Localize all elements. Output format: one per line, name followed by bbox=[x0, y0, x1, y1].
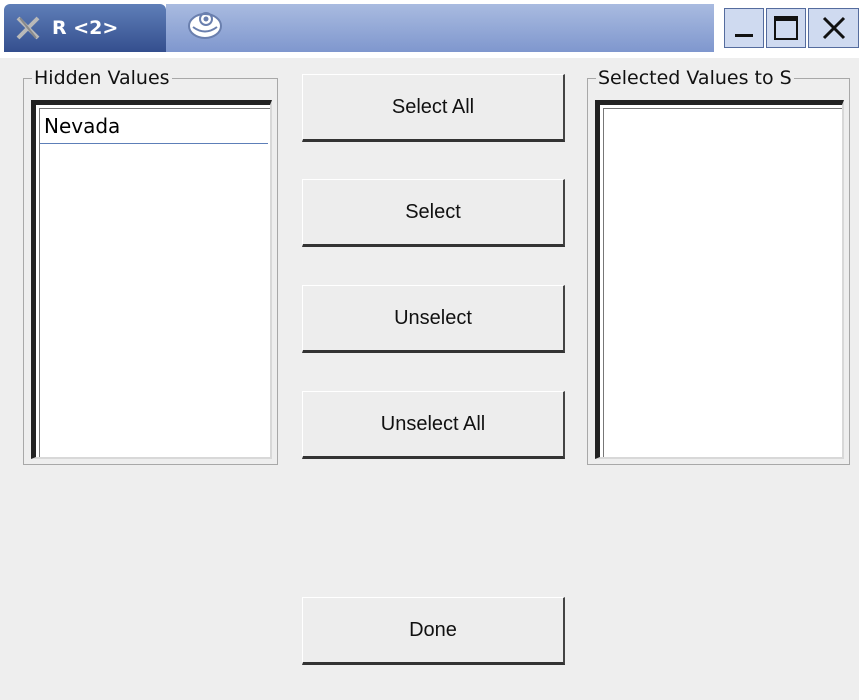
close-button[interactable] bbox=[808, 8, 859, 48]
minimize-button[interactable] bbox=[724, 8, 764, 48]
list-item[interactable]: Nevada bbox=[40, 109, 268, 144]
close-icon bbox=[822, 16, 845, 40]
selected-values-group: Selected Values to S bbox=[587, 67, 850, 465]
hidden-values-label: Hidden Values bbox=[32, 67, 172, 89]
window-title: R <2> bbox=[52, 17, 119, 39]
minimize-icon bbox=[735, 34, 753, 37]
title-bar: R <2> bbox=[0, 0, 859, 58]
maximize-button[interactable] bbox=[766, 8, 806, 48]
selected-values-list[interactable] bbox=[595, 100, 844, 459]
hidden-values-group: Hidden Values Nevada bbox=[23, 67, 278, 465]
window-body: Hidden Values Nevada Selected Values to … bbox=[0, 58, 859, 700]
select-button[interactable]: Select bbox=[302, 179, 565, 247]
swirl-app-icon bbox=[188, 12, 222, 39]
hidden-values-list[interactable]: Nevada bbox=[31, 100, 272, 459]
selected-values-label: Selected Values to S bbox=[596, 67, 794, 89]
window-tab[interactable]: R <2> bbox=[4, 4, 166, 52]
select-all-button[interactable]: Select All bbox=[302, 74, 565, 142]
title-strip bbox=[166, 4, 714, 52]
done-button[interactable]: Done bbox=[302, 597, 565, 665]
unselect-button[interactable]: Unselect bbox=[302, 285, 565, 353]
maximize-icon bbox=[774, 16, 798, 40]
x-logo-icon bbox=[16, 16, 40, 40]
unselect-all-button[interactable]: Unselect All bbox=[302, 391, 565, 459]
